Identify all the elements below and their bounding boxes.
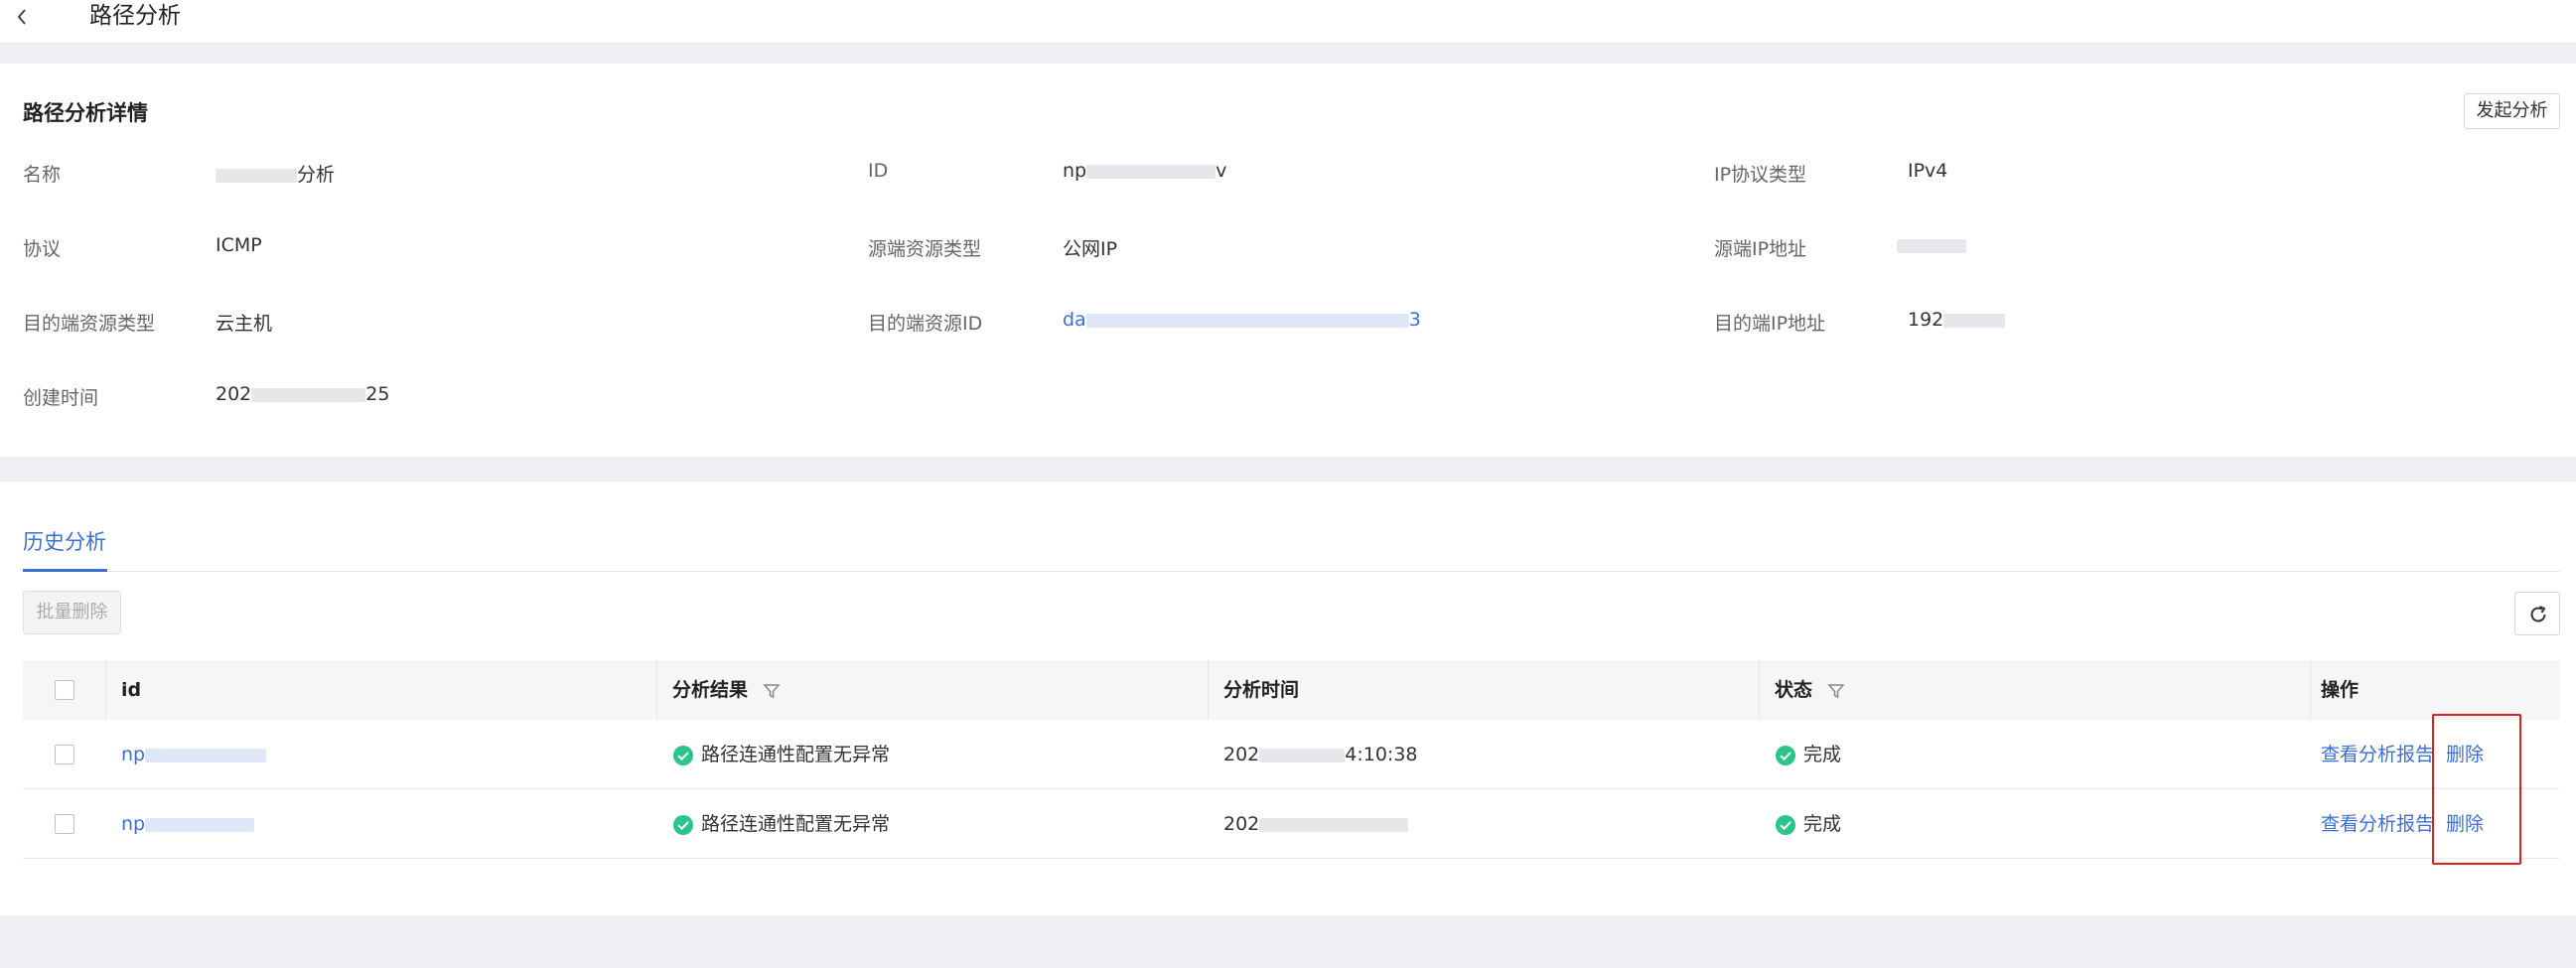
redacted-block — [1897, 238, 1966, 253]
dest-ip-value: 192 — [1908, 309, 2006, 331]
column-header-status: 状态 — [1775, 660, 1845, 720]
dest-ip-prefix: 192 — [1908, 309, 1944, 331]
column-divider — [656, 660, 657, 720]
dest-ip-label: 目的端IP地址 — [1714, 313, 1826, 335]
chevron-left-icon[interactable] — [10, 4, 36, 30]
row-time-suffix: 4:10:38 — [1345, 744, 1418, 765]
row-time: 202 — [1223, 789, 1409, 859]
column-divider — [1759, 660, 1760, 720]
redacted-block — [251, 387, 366, 402]
protocol-label: 协议 — [23, 238, 62, 260]
row-result-text: 路径连通性配置无异常 — [701, 813, 891, 835]
row-checkbox[interactable] — [55, 745, 74, 764]
history-table: id 分析结果 分析时间 状态 操作 np 路径连通性配置无异常 202 4:1… — [23, 660, 2560, 859]
row-result: 路径连通性配置无异常 — [672, 789, 890, 859]
id-value-prefix: np — [1063, 160, 1087, 182]
view-report-link[interactable]: 查看分析报告 — [2321, 789, 2434, 859]
column-header-time: 分析时间 — [1223, 679, 1300, 701]
column-header-id: id — [121, 679, 142, 701]
start-analysis-button[interactable]: 发起分析 — [2464, 93, 2560, 129]
source-resource-type-label: 源端资源类型 — [868, 238, 982, 260]
ip-protocol-type-value: IPv4 — [1908, 160, 1948, 182]
ip-protocol-type-label: IP协议类型 — [1714, 164, 1807, 186]
dest-resource-id-label: 目的端资源ID — [868, 313, 983, 335]
protocol-value: ICMP — [215, 234, 262, 256]
history-card: 历史分析 批量删除 id 分析结果 分析时间 状态 操作 np 路径连通性配置无… — [0, 482, 2576, 915]
batch-delete-button[interactable]: 批量删除 — [23, 591, 121, 634]
row-time: 202 4:10:38 — [1223, 720, 1418, 789]
table-header: id 分析结果 分析时间 状态 操作 — [23, 660, 2560, 720]
dest-resource-id-prefix: da — [1063, 309, 1086, 331]
redacted-block — [1259, 817, 1409, 832]
redacted-block — [145, 748, 267, 762]
id-label: ID — [868, 160, 889, 182]
row-id-prefix: np — [121, 813, 146, 835]
name-value: 分析 — [215, 160, 335, 187]
row-status: 完成 — [1775, 720, 1841, 789]
row-result: 路径连通性配置无异常 — [672, 720, 890, 789]
column-header-actions: 操作 — [2321, 679, 2360, 701]
name-value-text: 分析 — [297, 164, 336, 186]
column-header-result-label: 分析结果 — [672, 679, 749, 701]
dest-resource-type-value: 云主机 — [215, 313, 273, 335]
select-all-checkbox[interactable] — [55, 680, 74, 700]
column-divider — [1208, 660, 1209, 720]
row-id-link[interactable]: np — [121, 789, 255, 859]
source-resource-type-value: 公网IP — [1063, 238, 1118, 260]
table-row: np 路径连通性配置无异常 202 4:10:38 完成 查看分析报告 删除 — [23, 720, 2560, 789]
tab-divider — [23, 571, 2560, 572]
created-time-prefix: 202 — [215, 383, 252, 405]
created-time-suffix: 25 — [365, 383, 390, 405]
id-value-suffix: v — [1216, 160, 1227, 182]
column-divider — [2310, 660, 2311, 720]
row-status-text: 完成 — [1803, 744, 1842, 765]
view-report-link[interactable]: 查看分析报告 — [2321, 720, 2434, 789]
table-row: np 路径连通性配置无异常 202 完成 查看分析报告 删除 — [23, 789, 2560, 859]
row-status: 完成 — [1775, 789, 1841, 859]
dest-resource-id-link[interactable]: da 3 — [1063, 309, 1421, 331]
row-time-prefix: 202 — [1223, 744, 1260, 765]
redacted-block — [1086, 164, 1216, 179]
page-title: 路径分析 — [89, 3, 181, 29]
dest-resource-type-label: 目的端资源类型 — [23, 313, 156, 335]
redacted-block — [1085, 313, 1409, 328]
check-circle-icon — [1776, 745, 1795, 765]
check-circle-icon — [673, 745, 693, 765]
refresh-icon — [2530, 606, 2546, 622]
id-value: np v — [1063, 160, 1226, 182]
top-bar: 路径分析 — [0, 0, 2576, 44]
check-circle-icon — [673, 814, 693, 835]
tab-history-analysis[interactable]: 历史分析 — [23, 526, 106, 556]
redacted-block — [1259, 748, 1346, 762]
redacted-block — [145, 817, 255, 832]
check-circle-icon — [1776, 814, 1795, 835]
filter-icon[interactable] — [763, 682, 781, 700]
tab-active-indicator — [23, 569, 107, 572]
row-checkbox[interactable] — [55, 814, 74, 834]
redacted-block — [1943, 313, 2006, 328]
detail-title: 路径分析详情 — [23, 101, 148, 125]
source-ip-value — [1897, 234, 1966, 256]
highlight-annotation-box — [2432, 714, 2521, 865]
redacted-block — [215, 168, 297, 183]
row-id-link[interactable]: np — [121, 720, 267, 789]
filter-icon[interactable] — [1827, 682, 1845, 700]
row-time-prefix: 202 — [1223, 813, 1260, 835]
column-header-result: 分析结果 — [672, 660, 781, 720]
created-time-label: 创建时间 — [23, 387, 99, 409]
source-ip-label: 源端IP地址 — [1714, 238, 1807, 260]
name-label: 名称 — [23, 164, 62, 186]
refresh-button[interactable] — [2514, 592, 2560, 635]
dest-resource-id-suffix: 3 — [1408, 309, 1421, 331]
created-time-value: 202 25 — [215, 383, 389, 405]
detail-card: 路径分析详情 发起分析 名称 分析 ID np v IP协议类型 IPv4 协议 … — [0, 64, 2576, 457]
column-divider — [105, 660, 106, 720]
row-id-prefix: np — [121, 744, 146, 765]
row-result-text: 路径连通性配置无异常 — [701, 744, 891, 765]
row-status-text: 完成 — [1803, 813, 1842, 835]
column-header-status-label: 状态 — [1775, 679, 1813, 701]
